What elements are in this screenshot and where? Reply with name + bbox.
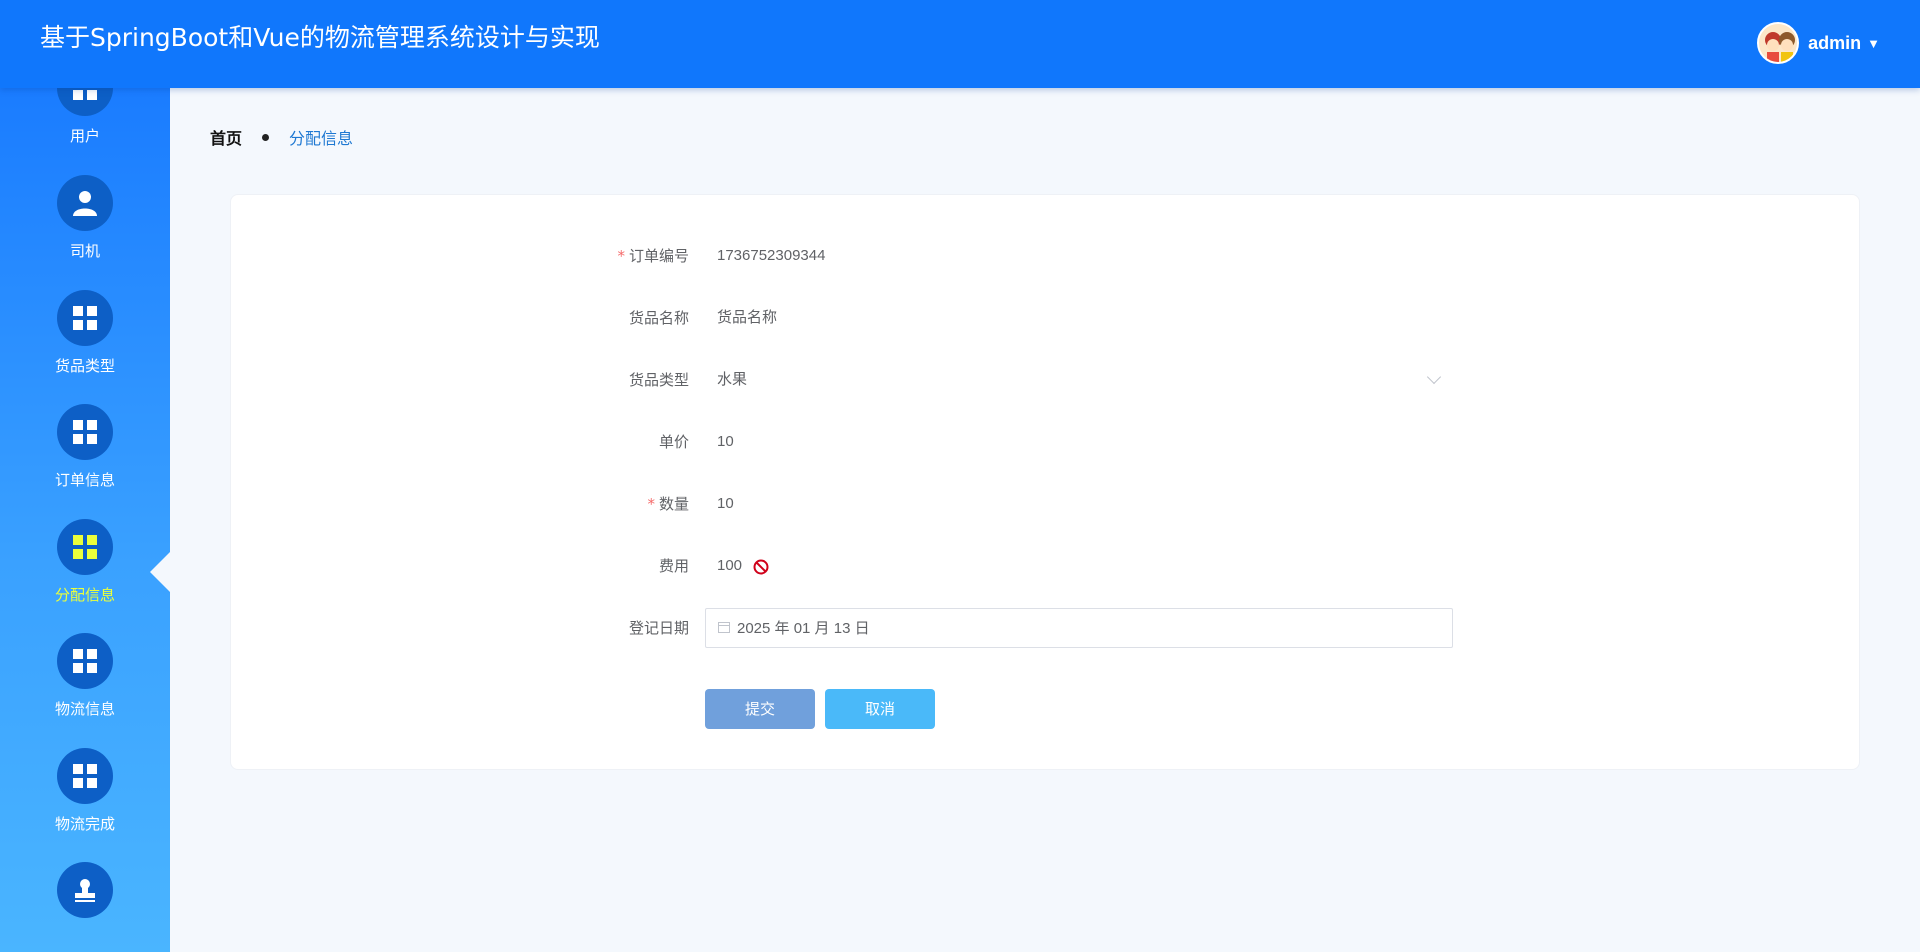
sidebar-item-label: 分配信息: [54, 586, 115, 604]
unit-price-field[interactable]: 10: [717, 422, 734, 462]
sidebar-item-label: 订单信息: [54, 471, 115, 489]
sidebar-item-allocation[interactable]: 分配信息: [0, 519, 170, 629]
form-row-unit-price: 单价 10: [231, 422, 1861, 462]
sidebar-item-label: 物流完成: [54, 815, 115, 833]
form-row-goods-name: 货品名称 货品名称: [231, 298, 1861, 338]
reg-date-label: 登记日期: [628, 619, 689, 637]
breadcrumb: 首页 分配信息: [210, 125, 353, 149]
sidebar-item-label: 物流信息: [54, 700, 115, 718]
breadcrumb-separator: [262, 133, 270, 141]
form-row-fee: 费用 100: [231, 546, 1861, 586]
cancel-button[interactable]: 取消: [825, 689, 935, 729]
sidebar-item-drivers[interactable]: 司机: [0, 175, 170, 285]
required-mark: *: [647, 495, 655, 513]
breadcrumb-current: 分配信息: [289, 129, 354, 148]
reg-date-picker[interactable]: 2025 年 01 月 13 日: [705, 608, 1453, 648]
goods-type-value: 水果: [717, 371, 748, 388]
form-actions: 提交 取消: [231, 689, 1861, 729]
sidebar-item-users[interactable]: 用户: [0, 88, 170, 170]
form-card: * 订单编号 1736752309344 货品名称 货品名称 货品类型 水果 单价…: [230, 194, 1860, 770]
driver-icon: [57, 175, 113, 231]
sidebar-item-label: 司机: [69, 242, 100, 260]
grid-icon: [57, 519, 113, 575]
quantity-label: * 数量: [647, 495, 689, 513]
fee-field[interactable]: 100: [717, 546, 742, 586]
quantity-field[interactable]: 10: [717, 484, 734, 524]
sidebar-item-logistics-done[interactable]: 物流完成: [0, 748, 170, 858]
no-entry-icon: [753, 559, 769, 575]
fee-label: 费用: [658, 557, 689, 575]
active-indicator: [150, 550, 172, 594]
sidebar-item-goods-type[interactable]: 货品类型: [0, 290, 170, 400]
unit-price-label: 单价: [658, 433, 689, 451]
avatar[interactable]: [1757, 22, 1800, 64]
goods-type-label: 货品类型: [628, 371, 689, 389]
sidebar-item-logistics[interactable]: 物流信息: [0, 633, 170, 743]
calendar-icon: [718, 622, 730, 633]
reg-date-value: 2025 年 01 月 13 日: [737, 620, 870, 637]
form-row-quantity: * 数量 10: [231, 484, 1861, 524]
sidebar-item-label: 货品类型: [54, 357, 115, 375]
chevron-down-icon[interactable]: [1426, 369, 1442, 385]
seal-icon: [57, 862, 113, 918]
sidebar-item-orders[interactable]: 订单信息: [0, 404, 170, 514]
goods-name-field[interactable]: 货品名称: [717, 298, 777, 338]
grid-icon: [57, 404, 113, 460]
app-title: 基于SpringBoot和Vue的物流管理系统设计与实现: [40, 23, 600, 52]
user-menu[interactable]: admin ▼: [1757, 22, 1880, 64]
sidebar-item-more[interactable]: [0, 862, 170, 952]
order-no-label: * 订单编号: [617, 247, 689, 265]
required-mark: *: [617, 247, 625, 265]
form-row-goods-type: 货品类型 水果: [231, 360, 1861, 400]
username[interactable]: admin: [1808, 33, 1861, 54]
order-no-field[interactable]: 1736752309344: [717, 236, 825, 276]
sidebar-item-label: 用户: [69, 127, 100, 145]
breadcrumb-home[interactable]: 首页: [210, 125, 242, 149]
goods-type-select[interactable]: 水果: [705, 360, 1453, 400]
grid-icon: [57, 290, 113, 346]
grid-icon: [57, 633, 113, 689]
sidebar: 用户 司机 货品类型 订单信息 分配信息 物流信息 物流完成: [0, 88, 170, 952]
goods-name-label: 货品名称: [628, 309, 689, 327]
caret-down-icon[interactable]: ▼: [1867, 36, 1880, 51]
top-header: 基于SpringBoot和Vue的物流管理系统设计与实现 admin ▼: [0, 0, 1920, 88]
form-row-reg-date: 登记日期 2025 年 01 月 13 日: [231, 608, 1861, 648]
submit-button[interactable]: 提交: [705, 689, 815, 729]
form-row-order-no: * 订单编号 1736752309344: [231, 236, 1861, 276]
grid-icon: [57, 88, 113, 116]
grid-icon: [57, 748, 113, 804]
